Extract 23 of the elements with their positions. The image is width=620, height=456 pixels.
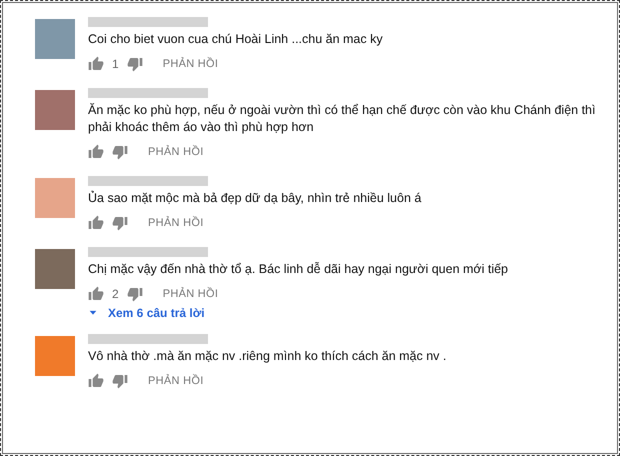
reply-button[interactable]: PHẢN HỒI (136, 146, 204, 158)
reply-button[interactable]: PHẢN HỒI (150, 58, 218, 70)
like-count: 1 (112, 57, 119, 71)
reply-button[interactable]: PHẢN HỒI (136, 375, 204, 387)
reply-button[interactable]: PHẢN HỒI (136, 217, 204, 229)
comment-text: Ăn mặc ko phù hợp, nếu ở ngoài vườn thì có thể hạn chế được còn vào khu Chánh điện thì phải khoác thêm áo vào thì phù hợp hơn (88, 102, 596, 136)
thumbs-down-icon[interactable] (112, 373, 128, 389)
thumbs-down-icon[interactable] (126, 286, 143, 302)
thumbs-down-icon[interactable] (112, 144, 128, 160)
like-count: 2 (112, 287, 119, 301)
thumbs-up-icon[interactable] (88, 215, 104, 231)
thumbs-down-icon[interactable] (126, 56, 143, 72)
view-replies-link[interactable]: Xem 6 câu trả lời (88, 306, 205, 320)
thumbs-up-icon[interactable] (88, 144, 104, 160)
thumbs-up-icon[interactable] (88, 373, 104, 389)
comment-text: Chị mặc vậy đến nhà thờ tổ ạ. Bác linh dễ dãi hay ngại người quen mới tiếp (88, 261, 510, 278)
thumbs-up-icon[interactable] (88, 56, 104, 72)
thumbs-down-icon[interactable] (112, 215, 128, 231)
comment-text: Coi cho biet vuon cua chú Hoài Linh ...chu ăn mac ky (88, 31, 384, 48)
thumbs-up-icon[interactable] (88, 286, 104, 302)
comment-text: Vô nhà thờ .mà ăn mặc nv .riêng mình ko thích cách ăn mặc nv . (88, 348, 448, 365)
reply-button[interactable]: PHẢN HỒI (150, 288, 218, 300)
comment-text: Ủa sao mặt mộc mà bả đẹp dữ dạ bây, nhìn trẻ nhiều luôn á (88, 190, 422, 207)
